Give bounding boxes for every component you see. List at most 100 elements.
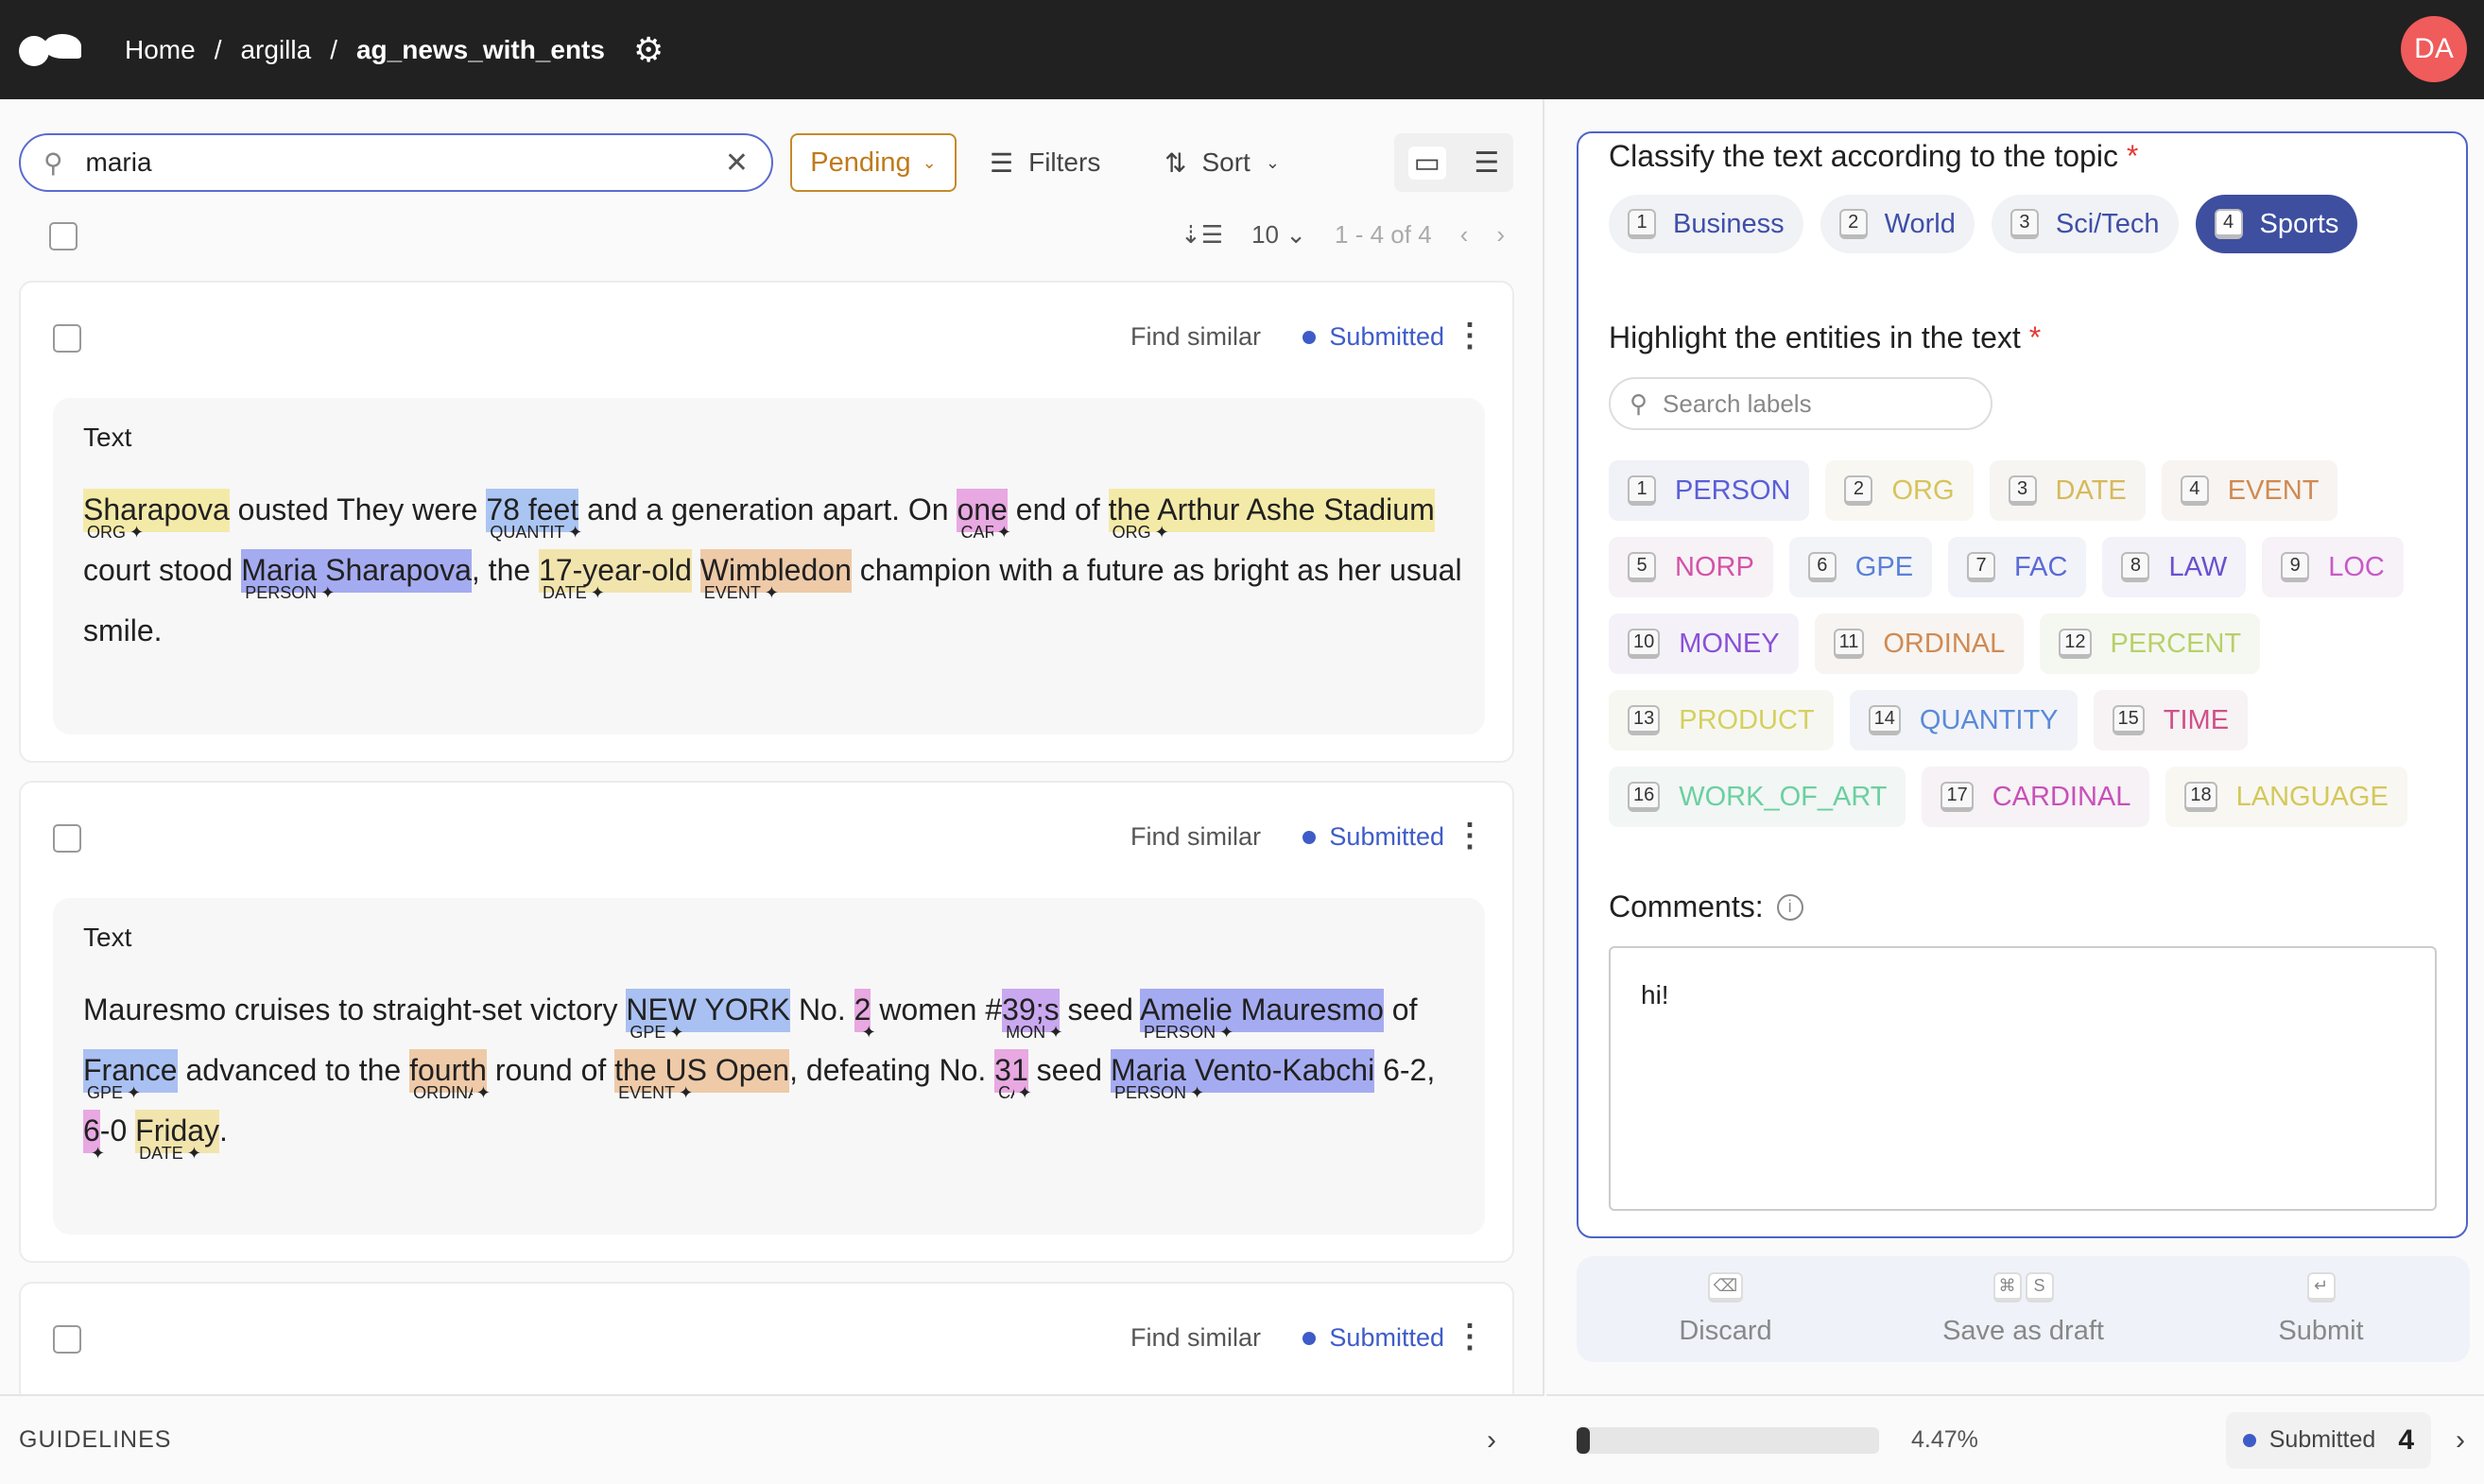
- argilla-logo[interactable]: [19, 33, 81, 66]
- entity-label-gpe[interactable]: 6 GPE: [1788, 537, 1933, 597]
- annotated-text[interactable]: Sharapova ORG ✦ ousted They were 78 feet QU…: [83, 479, 1463, 661]
- action-bar: ⌫ Discard ⌘ S Save as draft ↵ Submit: [1577, 1256, 2470, 1362]
- entity-label-product[interactable]: 13 PRODUCT: [1609, 690, 1834, 751]
- status-filter-dropdown[interactable]: Pending ⌄: [790, 133, 957, 192]
- entity-span[interactable]: Friday DATE ✦: [135, 1110, 220, 1163]
- entity-span[interactable]: oneCARDINAL✦: [957, 489, 1011, 542]
- search-labels-placeholder: Search labels: [1663, 388, 1812, 418]
- status-label: Submitted: [1329, 322, 1444, 351]
- entity-label-norp[interactable]: 5 NORP: [1609, 537, 1773, 597]
- entity-label-language[interactable]: 18 LANGUAGE: [2165, 767, 2407, 827]
- entity-labels: 1 PERSON 2 ORG 3 DATE 4 EVENT 5 NORP 6 GPE 7 FAC 8 LAW 9…: [1609, 460, 2441, 827]
- entity-label-date[interactable]: 3 DATE: [1989, 460, 2146, 521]
- more-options-icon[interactable]: ⋮: [1454, 817, 1486, 854]
- gear-icon[interactable]: ⚙: [633, 30, 664, 70]
- find-similar-button[interactable]: Find similar: [1130, 822, 1261, 852]
- entities-question-title: Highlight the entities in the text *: [1609, 320, 2042, 354]
- topic-option-world[interactable]: 2 World: [1820, 195, 1975, 253]
- select-all-checkbox[interactable]: [49, 222, 78, 250]
- single-view-icon[interactable]: ▭: [1407, 146, 1447, 180]
- topic-option-scitech[interactable]: 3 Sci/Tech: [1991, 195, 2179, 253]
- info-icon[interactable]: i: [1776, 893, 1803, 921]
- search-labels-input[interactable]: ⚲ Search labels: [1609, 377, 1992, 430]
- next-page-icon[interactable]: ›: [1496, 220, 1505, 250]
- guidelines-bar[interactable]: GUIDELINES ›: [0, 1394, 1544, 1484]
- entity-label-work_of_art[interactable]: 16 WORK_OF_ART: [1609, 767, 1906, 827]
- list-view-icon[interactable]: ☰: [1474, 147, 1499, 180]
- entity-span[interactable]: Maria Sharapova PERSON ✦: [241, 549, 472, 602]
- entity-label-event[interactable]: 4 EVENT: [2161, 460, 2338, 521]
- entity-label-cardinal[interactable]: 17 CARDINAL: [1922, 767, 2150, 827]
- sort-button[interactable]: ⇅ Sort ⌄: [1164, 133, 1280, 192]
- entity-label-loc[interactable]: 9 LOC: [2262, 537, 2404, 597]
- submitted-count-badge[interactable]: Submitted 4: [2225, 1411, 2431, 1469]
- backspace-key-icon: ⌫: [1707, 1271, 1744, 1303]
- prev-page-icon[interactable]: ‹: [1460, 220, 1469, 250]
- discard-button[interactable]: ⌫ Discard: [1584, 1271, 1868, 1347]
- entity-label-name: PERSON: [245, 583, 318, 602]
- breadcrumb: Home / argilla / ag_news_with_ents: [125, 34, 605, 65]
- entity-label-name: ORG: [87, 523, 127, 542]
- avatar[interactable]: DA: [2401, 16, 2467, 82]
- record-checkbox[interactable]: [53, 324, 81, 353]
- search-value[interactable]: maria: [86, 147, 725, 178]
- record-checkbox[interactable]: [53, 824, 81, 853]
- annotated-text[interactable]: Mauresmo cruises to straight-set victory…: [83, 979, 1463, 1163]
- entity-label-name: EVENT: [2227, 475, 2320, 506]
- entity-label-ordinal[interactable]: 11 ORDINAL: [1814, 613, 2025, 674]
- guidelines-label: GUIDELINES: [19, 1426, 172, 1453]
- clear-icon[interactable]: ✕: [725, 147, 749, 180]
- entity-label-fac[interactable]: 7 FAC: [1948, 537, 2087, 597]
- entity-label-money[interactable]: 10 MONEY: [1609, 613, 1799, 674]
- find-similar-button[interactable]: Find similar: [1130, 322, 1261, 352]
- entity-label-quantity[interactable]: 14 QUANTITY: [1849, 690, 2078, 751]
- entity-label-law[interactable]: 8 LAW: [2102, 537, 2247, 597]
- top-bar: Home / argilla / ag_news_with_ents ⚙ DA: [0, 0, 2484, 99]
- entity-label: CARDINAL✦: [960, 523, 1010, 542]
- submit-button[interactable]: ↵ Submit: [2180, 1271, 2463, 1347]
- entity-span[interactable]: the US Open EVENT ✦: [614, 1049, 790, 1102]
- breadcrumb-workspace[interactable]: argilla: [240, 35, 311, 65]
- entity-span[interactable]: Wimbledon EVENT ✦: [699, 549, 852, 602]
- text-field: Text Sharapova ORG ✦ ousted They were 78 fe…: [53, 398, 1485, 734]
- entity-span[interactable]: NEW YORK GPE ✦: [626, 989, 791, 1042]
- filters-button[interactable]: ☰ Filters: [990, 133, 1100, 192]
- entity-span[interactable]: fourthORDINAL✦: [409, 1049, 491, 1102]
- entity-label-time[interactable]: 15 TIME: [2093, 690, 2249, 751]
- entity-span[interactable]: Maria Vento-Kabchi PERSON ✦: [1110, 1049, 1375, 1102]
- progress-fill: [1577, 1426, 1591, 1454]
- entity-span[interactable]: France GPE ✦: [83, 1049, 178, 1102]
- entity-span[interactable]: 78 feetQUANTITY✦: [486, 489, 582, 542]
- topic-option-business[interactable]: 1 Business: [1609, 195, 1803, 253]
- entity-span[interactable]: 39;sMONEY✦: [1002, 989, 1063, 1042]
- entity-span[interactable]: Sharapova ORG ✦: [83, 489, 230, 542]
- entity-span[interactable]: Amelie Mauresmo PERSON ✦: [1140, 989, 1384, 1042]
- entity-label-org[interactable]: 2 ORG: [1825, 460, 1974, 521]
- entity-span[interactable]: 31CARDINAL✦: [994, 1049, 1032, 1102]
- comments-textarea[interactable]: hi!: [1609, 946, 2437, 1211]
- entity-label-name: DATE: [139, 1144, 183, 1163]
- entity-span[interactable]: 2CARDINAL✦: [854, 989, 876, 1042]
- topic-option-sports[interactable]: 4 Sports: [2195, 195, 2358, 253]
- more-options-icon[interactable]: ⋮: [1454, 1318, 1486, 1355]
- more-options-icon[interactable]: ⋮: [1454, 317, 1486, 354]
- page-size-dropdown[interactable]: 10 ⌄: [1251, 220, 1306, 250]
- save-draft-button[interactable]: ⌘ S Save as draft: [1882, 1271, 2165, 1347]
- chevron-right-icon[interactable]: ›: [2456, 1424, 2465, 1457]
- entity-span[interactable]: 6CARDINAL✦: [83, 1110, 105, 1163]
- shortcut-key: 1: [1628, 209, 1656, 239]
- entity-label-percent[interactable]: 12 PERCENT: [2040, 613, 2261, 674]
- entity-span[interactable]: 17-year-old DATE ✦: [539, 549, 692, 602]
- search-icon: ⚲: [1630, 388, 1648, 418]
- records-panel: ⚲ maria ✕ Pending ⌄ ☰ Filters ⇅ Sort ⌄ ▭ ☰ ⇣☰…: [0, 99, 1544, 1394]
- record-checkbox[interactable]: [53, 1325, 81, 1354]
- search-input[interactable]: ⚲ maria ✕: [19, 133, 773, 192]
- entity-label: GPE ✦: [630, 1023, 683, 1042]
- entity-span[interactable]: the Arthur Ashe Stadium ORG ✦: [1108, 489, 1435, 542]
- find-similar-button[interactable]: Find similar: [1130, 1323, 1261, 1353]
- entity-label-person[interactable]: 1 PERSON: [1609, 460, 1810, 521]
- cmd-key-icon: ⌘: [1992, 1271, 2022, 1303]
- shortcut-key: 13: [1628, 705, 1661, 735]
- breadcrumb-home[interactable]: Home: [125, 35, 196, 65]
- option-label: Business: [1673, 208, 1785, 239]
